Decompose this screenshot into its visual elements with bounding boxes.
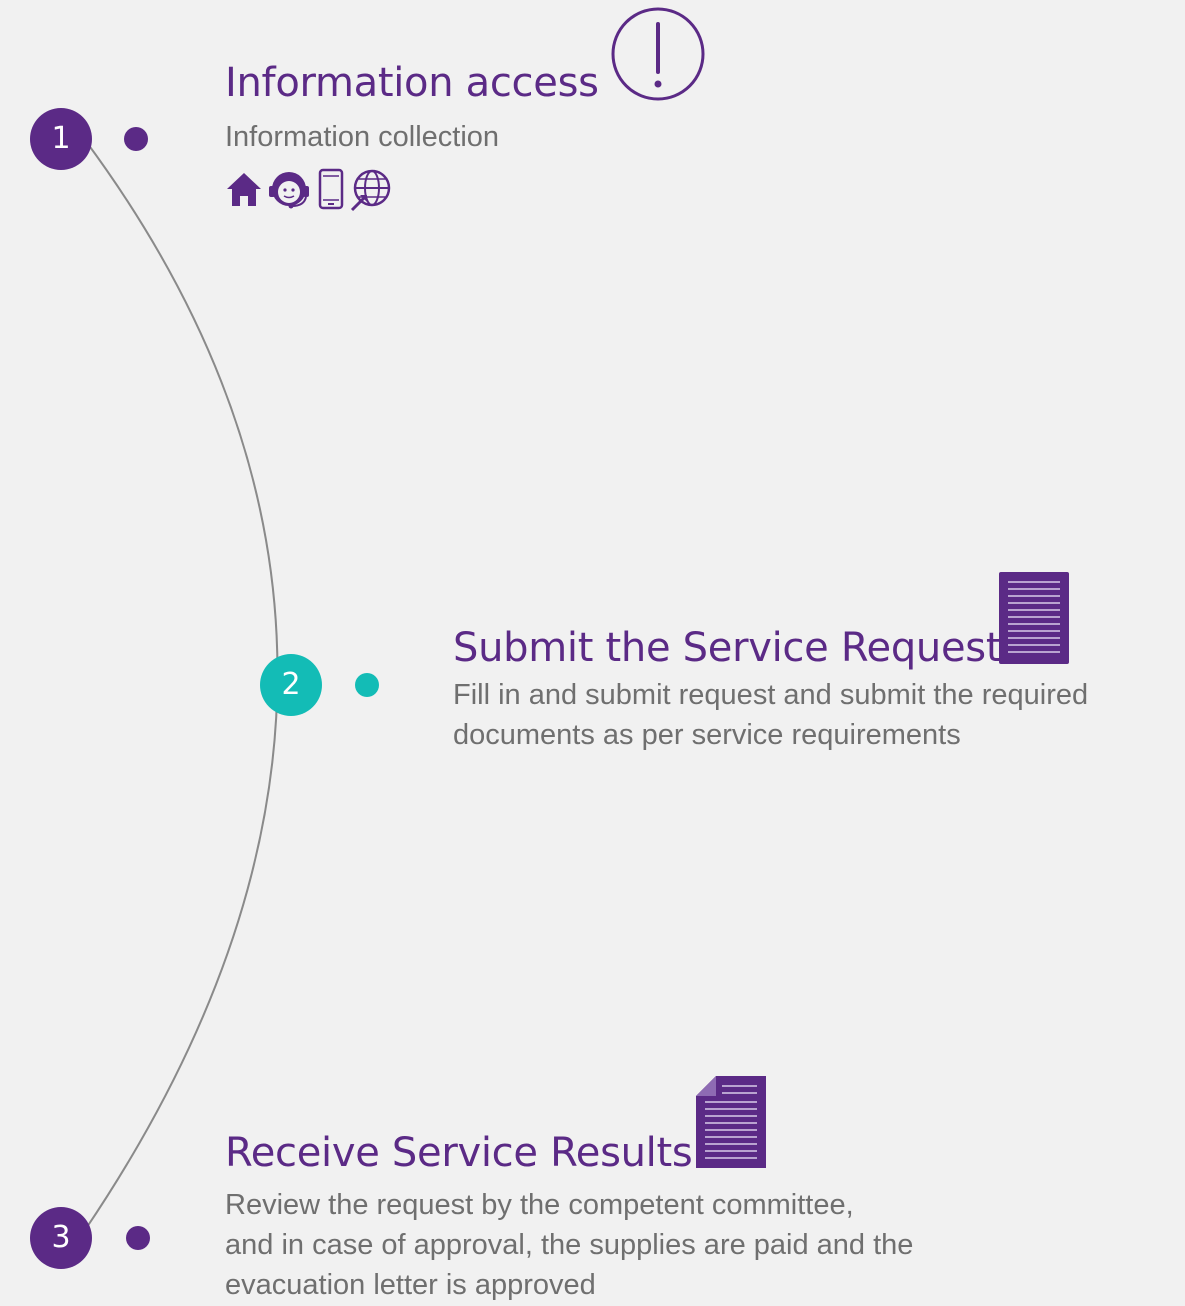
step-3-dot [126,1226,150,1250]
document-folded-icon [696,1076,766,1173]
step-2-dot [355,673,379,697]
step-1-number-badge: 1 [30,108,92,170]
step-2-number-badge: 2 [260,654,322,716]
step-3-number-badge: 3 [30,1207,92,1269]
home-icon [225,170,263,213]
step-3-title: Receive Service Results [225,1130,693,1176]
step-1-title: Information access [225,60,599,106]
mobile-phone-icon [318,168,344,215]
step-1-description-line: Information collection [225,121,500,153]
step-2-description-line-1: Fill in and submit request and submit th… [453,679,1089,711]
step-3-description-line-3: evacuation letter is approved [225,1269,596,1301]
step-1-dot [124,127,148,151]
step-1-description: Information collection [225,117,499,157]
step-3-description: Review the request by the competent comm… [225,1185,913,1305]
step-3-description-line-1: Review the request by the competent comm… [225,1189,854,1221]
step-3-description-line-2: and in case of approval, the supplies ar… [225,1229,914,1261]
document-icon [999,572,1069,669]
step-2-description: Fill in and submit request and submit th… [453,675,1088,755]
step-2-description-line-2: documents as per service requirements [453,719,961,751]
globe-website-icon [350,168,394,217]
call-center-agent-icon [268,168,310,215]
step-2-title: Submit the Service Request [453,625,1002,671]
exclamation-circle-icon [610,6,706,107]
